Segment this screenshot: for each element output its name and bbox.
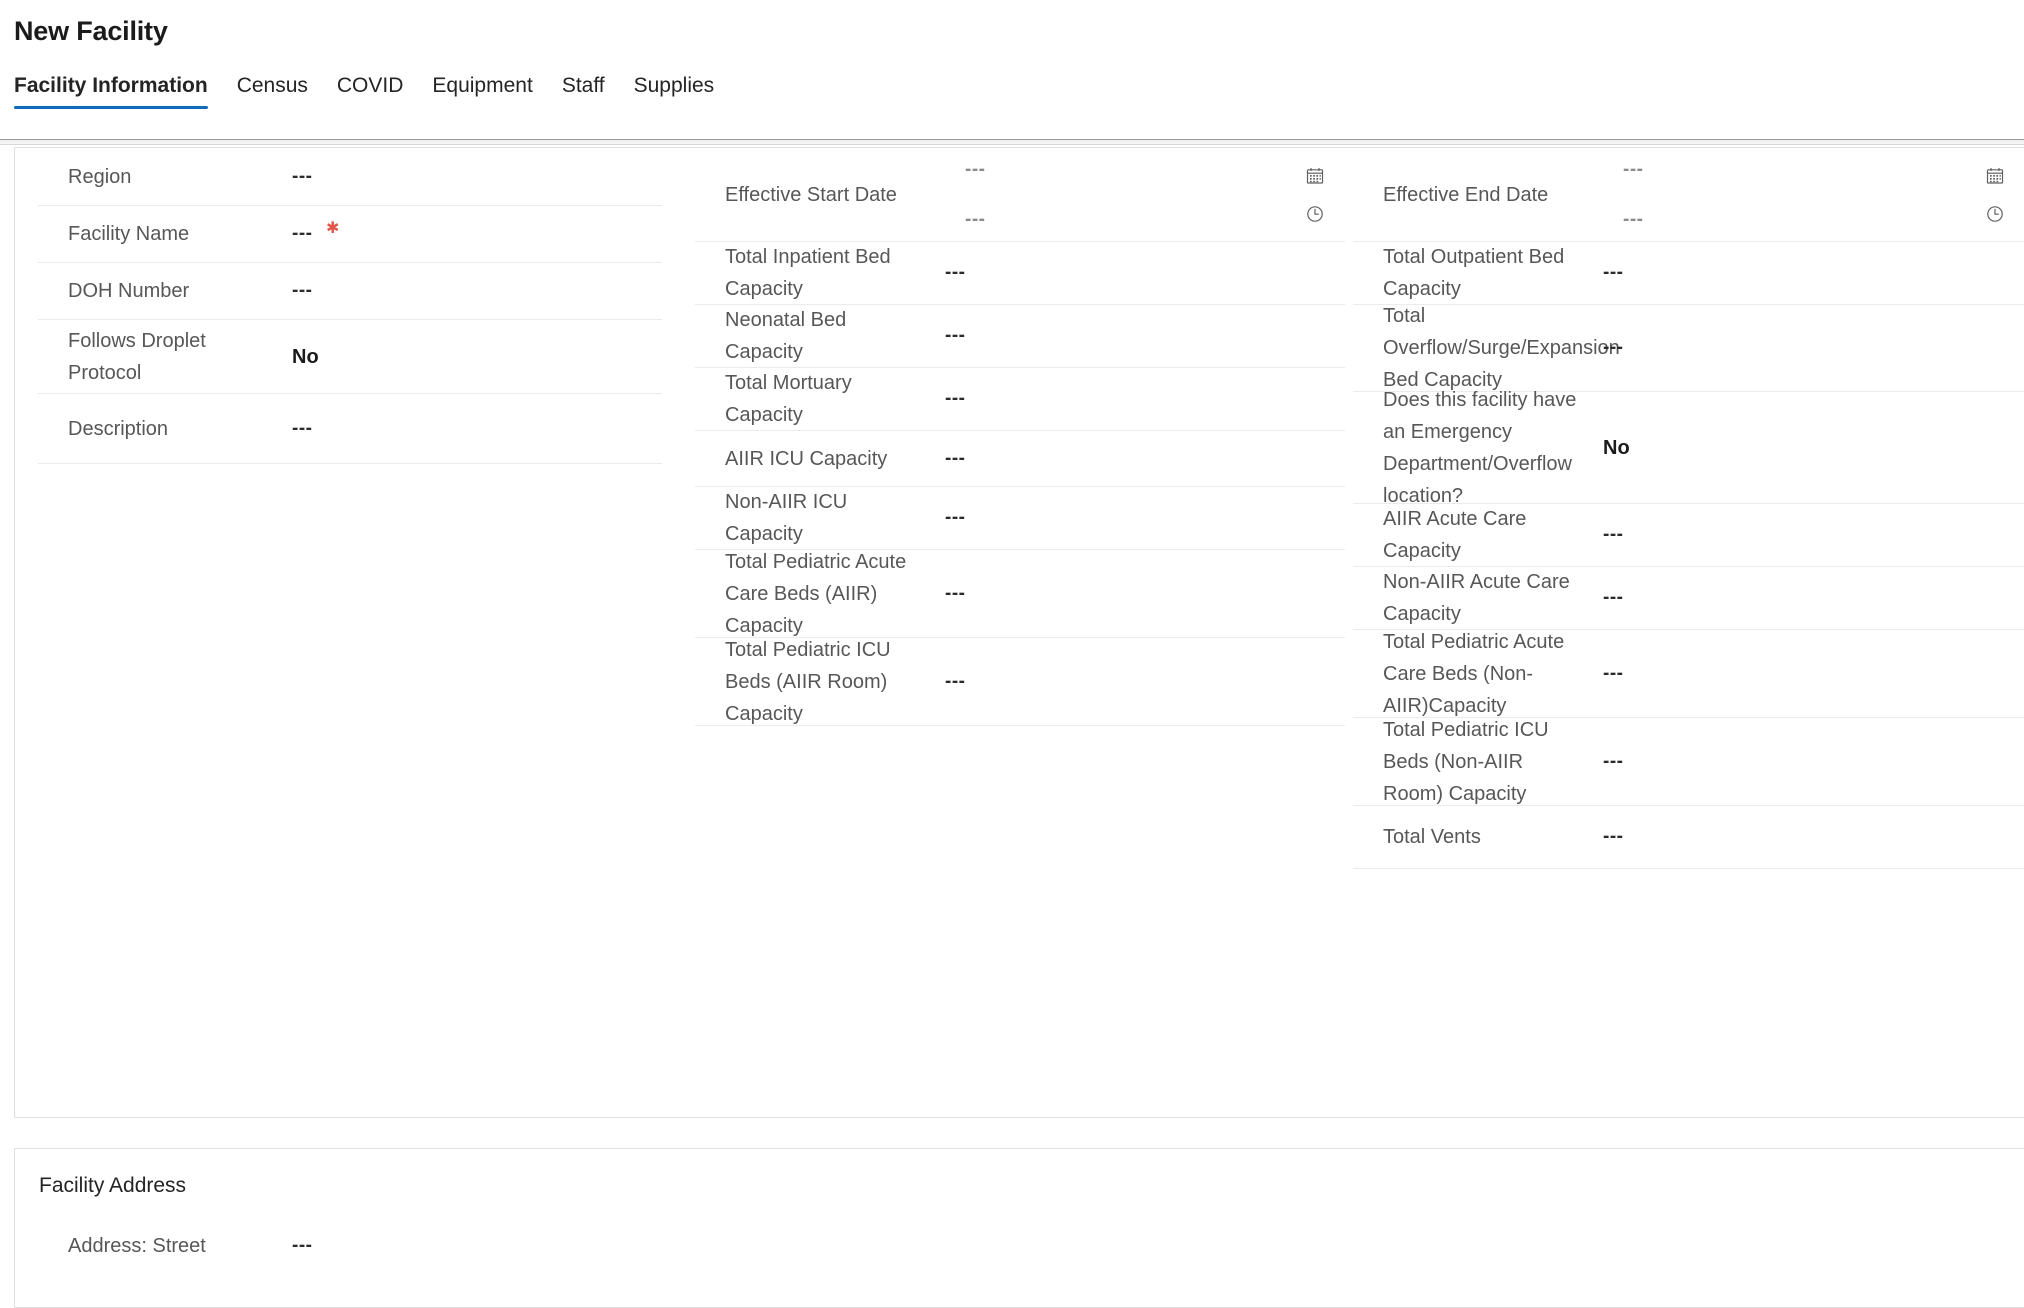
field-row-follows-droplet-protocol[interactable]: Follows Droplet Protocol No [38,320,662,394]
label-total-outpatient-bed-capacity: Total Outpatient Bed Capacity [1383,246,1565,300]
page-title: New Facility [14,16,168,46]
field-row-total-inpatient-bed-capacity[interactable]: Total Inpatient Bed Capacity --- [695,242,1345,305]
value-effective-start-time[interactable]: --- [965,206,985,234]
label-total-pediatric-acute-care-beds-non-aiir-capacity: Total Pediatric Acute Care Beds (Non-AII… [1383,630,1565,717]
effective-start-date-icons [1303,148,1327,241]
field-row-region[interactable]: Region --- [38,148,662,206]
label-has-emergency-department: Does this facility have an Emergency Dep… [1383,388,1577,507]
value-has-emergency-department[interactable]: No [1603,434,1630,462]
value-neonatal-bed-capacity[interactable]: --- [945,322,965,350]
value-total-pediatric-acute-care-beds-non-aiir-capacity[interactable]: --- [1603,660,1623,688]
tab-census[interactable]: Census [237,73,308,109]
label-doh-number: DOH Number [68,280,190,302]
calendar-icon[interactable] [1303,164,1327,188]
value-address-street[interactable]: --- [292,1232,312,1260]
content-horizontal-scrollbar[interactable] [0,138,2024,147]
label-address-street: Address: Street [68,1235,206,1257]
field-row-non-aiir-acute-care-capacity[interactable]: Non-AIIR Acute Care Capacity --- [1353,567,2024,630]
field-row-effective-end-date[interactable]: Effective End Date --- --- [1353,148,2024,242]
field-row-address-street[interactable]: Address: Street --- [38,1217,662,1275]
field-row-total-outpatient-bed-capacity[interactable]: Total Outpatient Bed Capacity --- [1353,242,2024,305]
field-row-description[interactable]: Description --- [38,394,662,464]
calendar-icon[interactable] [1983,164,2007,188]
value-non-aiir-acute-care-capacity[interactable]: --- [1603,584,1623,612]
label-total-vents: Total Vents [1383,826,1481,848]
facility-details-column: Region --- Facility Name ✱ --- DOH Numbe… [38,148,662,464]
facility-address-panel: Facility Address Address: Street --- [14,1148,2024,1308]
field-row-aiir-icu-capacity[interactable]: AIIR ICU Capacity --- [695,431,1345,487]
facility-information-panel: Region --- Facility Name ✱ --- DOH Numbe… [14,147,2024,1118]
value-non-aiir-icu-capacity[interactable]: --- [945,504,965,532]
label-aiir-icu-capacity: AIIR ICU Capacity [725,447,888,470]
field-row-non-aiir-icu-capacity[interactable]: Non-AIIR ICU Capacity --- [695,487,1345,550]
label-effective-end-date: Effective End Date [1383,183,1549,206]
field-row-total-mortuary-capacity[interactable]: Total Mortuary Capacity --- [695,368,1345,431]
value-total-mortuary-capacity[interactable]: --- [945,385,965,413]
value-total-outpatient-bed-capacity[interactable]: --- [1603,259,1623,287]
label-total-mortuary-capacity: Total Mortuary Capacity [725,372,852,426]
label-follows-droplet-protocol: Follows Droplet Protocol [68,329,206,384]
tab-facility-information[interactable]: Facility Information [14,73,208,109]
field-row-total-pediatric-acute-care-beds-non-aiir-capacity[interactable]: Total Pediatric Acute Care Beds (Non-AII… [1353,630,2024,718]
bed-capacity-column: Effective Start Date --- --- Total Inpat… [695,148,1345,726]
value-facility-name[interactable]: --- [292,220,312,248]
value-region[interactable]: --- [292,163,312,191]
value-total-pediatric-icu-beds-aiir-room-capacity[interactable]: --- [945,668,965,696]
field-row-total-vents[interactable]: Total Vents --- [1353,806,2024,869]
field-row-aiir-acute-care-capacity[interactable]: AIIR Acute Care Capacity --- [1353,504,2024,567]
label-facility-name: Facility Name [68,223,190,245]
facility-address-title: Facility Address [39,1174,187,1197]
label-neonatal-bed-capacity: Neonatal Bed Capacity [725,309,847,363]
effective-start-date-values: --- --- [945,156,985,234]
value-total-pediatric-acute-care-beds-aiir-capacity[interactable]: --- [945,580,965,608]
label-non-aiir-acute-care-capacity: Non-AIIR Acute Care Capacity [1383,571,1570,625]
label-total-pediatric-icu-beds-aiir-room-capacity: Total Pediatric ICU Beds (AIIR Room) Cap… [725,638,891,725]
label-total-pediatric-acute-care-beds-aiir-capacity: Total Pediatric Acute Care Beds (AIIR) C… [725,550,907,637]
value-total-overflow-surge-expansion-bed-capacity[interactable]: --- [1603,334,1623,362]
value-doh-number[interactable]: --- [292,277,312,305]
field-row-facility-name[interactable]: Facility Name ✱ --- [38,206,662,263]
effective-end-date-icons [1983,148,2007,241]
clock-icon[interactable] [1303,202,1327,226]
field-row-neonatal-bed-capacity[interactable]: Neonatal Bed Capacity --- [695,305,1345,368]
field-row-total-pediatric-icu-beds-non-aiir-room-capacity[interactable]: Total Pediatric ICU Beds (Non-AIIR Room)… [1353,718,2024,806]
value-total-vents[interactable]: --- [1603,823,1623,851]
label-total-pediatric-icu-beds-non-aiir-room-capacity: Total Pediatric ICU Beds (Non-AIIR Room)… [1383,718,1549,805]
value-description[interactable]: --- [292,415,312,443]
tab-covid[interactable]: COVID [337,73,404,109]
value-total-inpatient-bed-capacity[interactable]: --- [945,259,965,287]
label-effective-start-date: Effective Start Date [725,183,897,206]
field-row-doh-number[interactable]: DOH Number --- [38,263,662,320]
field-row-total-pediatric-acute-care-beds-aiir-capacity[interactable]: Total Pediatric Acute Care Beds (AIIR) C… [695,550,1345,638]
clock-icon[interactable] [1983,202,2007,226]
value-effective-end-time[interactable]: --- [1623,206,1643,234]
additional-capacity-column: Effective End Date --- --- Total Outpati… [1353,148,2024,869]
label-total-overflow-surge-expansion-bed-capacity: Total Overflow/Surge/Expansion Bed Capac… [1383,305,1620,391]
facility-address-fields: Address: Street --- [38,1217,662,1275]
tab-strip: Facility Information Census COVID Equipm… [0,67,2024,109]
field-row-effective-start-date[interactable]: Effective Start Date --- --- [695,148,1345,242]
page-header: New Facility [0,0,2024,48]
label-non-aiir-icu-capacity: Non-AIIR ICU Capacity [725,491,848,545]
label-total-inpatient-bed-capacity: Total Inpatient Bed Capacity [725,246,891,300]
label-region: Region [68,165,132,188]
value-aiir-icu-capacity[interactable]: --- [945,445,965,473]
value-follows-droplet-protocol[interactable]: No [292,343,319,371]
value-total-pediatric-icu-beds-non-aiir-room-capacity[interactable]: --- [1603,748,1623,776]
field-row-has-emergency-department[interactable]: Does this facility have an Emergency Dep… [1353,389,2024,507]
label-description: Description [68,417,169,440]
field-row-total-pediatric-icu-beds-aiir-room-capacity[interactable]: Total Pediatric ICU Beds (AIIR Room) Cap… [695,638,1345,726]
tab-supplies[interactable]: Supplies [634,73,715,109]
tab-staff[interactable]: Staff [562,73,605,109]
value-aiir-acute-care-capacity[interactable]: --- [1603,521,1623,549]
required-asterisk-icon: ✱ [326,220,340,237]
effective-end-date-values: --- --- [1603,156,1643,234]
value-effective-end-date[interactable]: --- [1623,156,1643,184]
tab-equipment[interactable]: Equipment [432,73,532,109]
value-effective-start-date[interactable]: --- [965,156,985,184]
field-row-total-overflow-surge-expansion-bed-capacity[interactable]: Total Overflow/Surge/Expansion Bed Capac… [1353,305,2024,392]
label-aiir-acute-care-capacity: AIIR Acute Care Capacity [1383,508,1527,562]
